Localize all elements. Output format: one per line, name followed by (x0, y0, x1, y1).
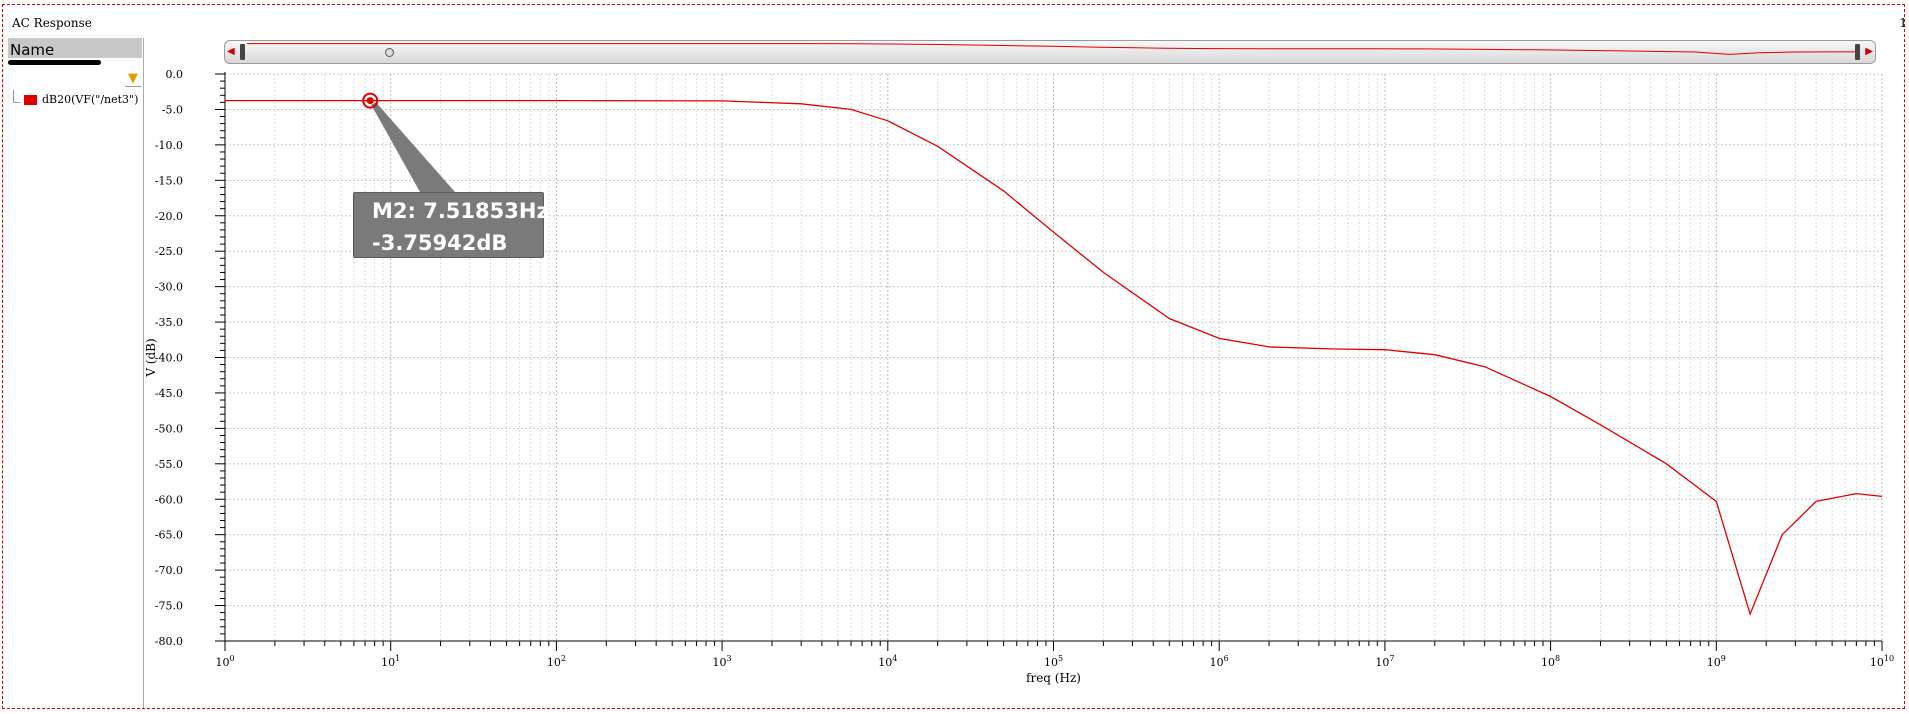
y-tick-label: -30.0 (155, 281, 183, 294)
y-tick-label: -70.0 (155, 564, 183, 577)
x-tick-label: 109 (1707, 654, 1726, 669)
y-tick-label: -20.0 (155, 210, 183, 223)
y-tick-label: -75.0 (155, 600, 183, 613)
y-tick-label: -10.0 (155, 139, 183, 152)
y-tick-label: -65.0 (155, 529, 183, 542)
marker-annotation-box[interactable]: M2: 7.51853Hz -3.75942dB (353, 192, 549, 258)
grid-lines (224, 73, 1883, 642)
ac-response-plot: 0.0 -5.0 -10.0 -15.0 -20.0 -25.0 -30.0 -35.0 -40… (144, 68, 1894, 685)
y-tick-label: -80.0 (155, 635, 183, 648)
y-axis-label: V (dB) (144, 338, 158, 377)
x-tick-label: 106 (1210, 654, 1229, 669)
y-tick-label: 0.0 (166, 68, 184, 81)
marker-layer (362, 92, 455, 192)
x-tick-label: 108 (1541, 654, 1560, 669)
x-tick-labels: 100 101 102 103 104 105 106 107 108 109 1010 (215, 654, 1894, 669)
marker-dot (366, 97, 374, 105)
y-tick-label: -45.0 (155, 387, 183, 400)
y-tick-label: -5.0 (162, 103, 183, 116)
y-tick-label: -35.0 (155, 316, 183, 329)
y-tick-label: -60.0 (155, 493, 183, 506)
x-tick-label: 100 (215, 654, 234, 669)
x-tick-label: 105 (1044, 654, 1063, 669)
x-tick-label: 101 (381, 654, 400, 669)
axes (215, 72, 1883, 651)
x-tick-label: 1010 (1870, 654, 1894, 669)
y-tick-label: -15.0 (155, 174, 183, 187)
y-tick-labels: 0.0 -5.0 -10.0 -15.0 -20.0 -25.0 -30.0 -35.0 -40… (155, 68, 183, 648)
y-tick-label: -40.0 (155, 352, 183, 365)
x-tick-label: 102 (547, 654, 566, 669)
x-tick-label: 103 (713, 654, 732, 669)
y-tick-label: -50.0 (155, 422, 183, 435)
marker-pointer (371, 102, 455, 192)
x-tick-label: 104 (878, 654, 897, 669)
y-tick-label: -55.0 (155, 458, 183, 471)
marker-frequency-label: M2: 7.51853Hz (372, 199, 549, 223)
marker-value-label: -3.75942dB (372, 231, 508, 255)
x-tick-label: 107 (1375, 654, 1394, 669)
x-axis-label: freq (Hz) (1026, 671, 1081, 685)
y-tick-label: -25.0 (155, 245, 183, 258)
